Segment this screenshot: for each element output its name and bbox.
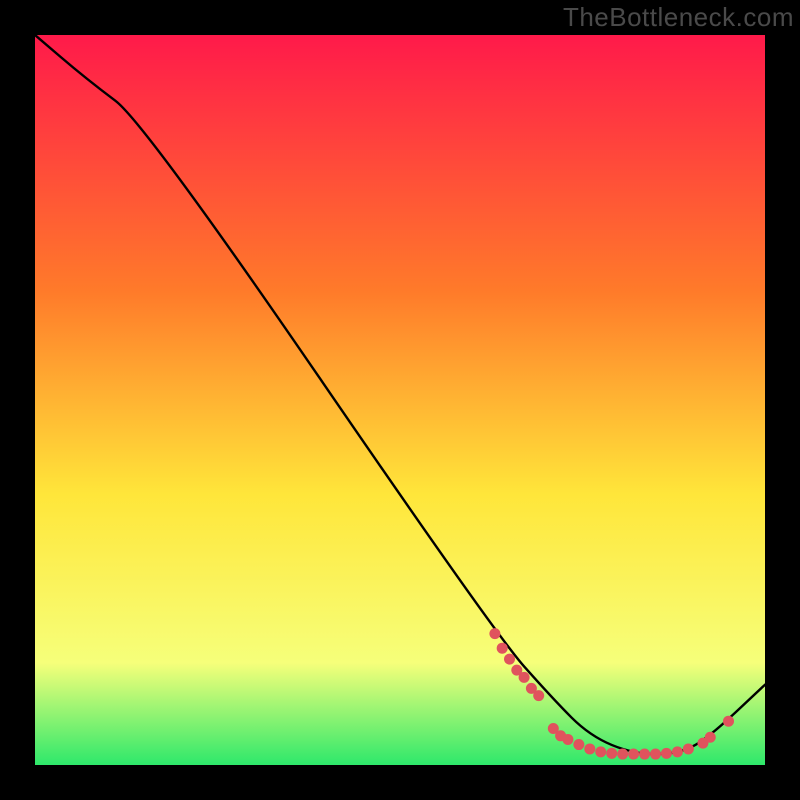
- watermark-label: TheBottleneck.com: [563, 2, 794, 33]
- data-marker: [617, 749, 628, 760]
- data-marker: [504, 654, 515, 665]
- data-marker: [519, 672, 530, 683]
- data-marker: [489, 628, 500, 639]
- data-marker: [573, 739, 584, 750]
- chart-svg: [35, 35, 765, 765]
- data-marker: [723, 716, 734, 727]
- data-marker: [562, 734, 573, 745]
- gradient-background: [35, 35, 765, 765]
- data-marker: [639, 749, 650, 760]
- data-marker: [497, 643, 508, 654]
- data-marker: [533, 690, 544, 701]
- data-marker: [650, 749, 661, 760]
- data-marker: [584, 743, 595, 754]
- data-marker: [606, 748, 617, 759]
- data-marker: [628, 749, 639, 760]
- data-marker: [705, 732, 716, 743]
- plot-area: [35, 35, 765, 765]
- data-marker: [661, 748, 672, 759]
- chart-frame: TheBottleneck.com: [0, 0, 800, 800]
- data-marker: [595, 746, 606, 757]
- data-marker: [683, 743, 694, 754]
- data-marker: [672, 746, 683, 757]
